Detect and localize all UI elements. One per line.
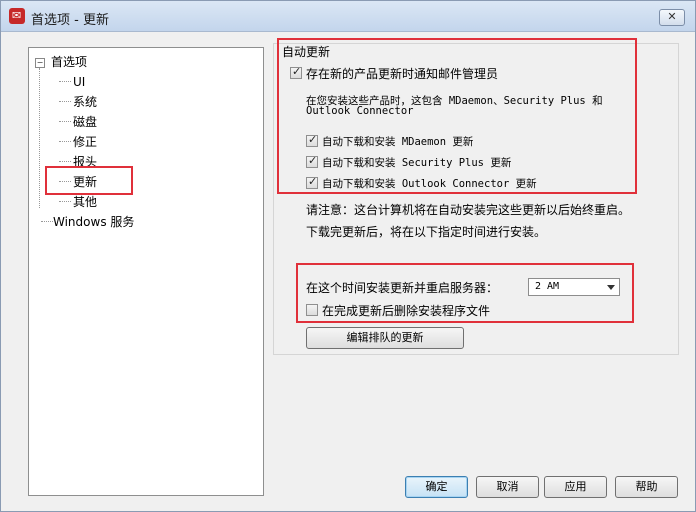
install-note: 下载完更新后，将在以下指定时间进行安装。 [306,225,547,239]
collapse-icon[interactable]: − [35,58,45,68]
tree-connector [59,81,71,82]
notify-label[interactable]: 存在新的产品更新时通知邮件管理员 [306,65,498,82]
cancel-button[interactable]: 取消 [476,476,539,498]
tree-item-fixes[interactable]: 修正 [73,133,97,151]
apply-button[interactable]: 应用 [544,476,607,498]
install-time-value: 2 AM [535,281,560,292]
tree-connector [59,161,71,162]
install-time-label: 在这个时间安装更新并重启服务器： [306,281,499,295]
tree-connector [59,201,71,202]
app-icon: ✉ [9,8,25,24]
outlook-connector-checkbox[interactable] [306,175,318,189]
outlook-connector-label[interactable]: 自动下载和安装 Outlook Connector 更新 [322,176,537,191]
tree-item-other[interactable]: 其他 [73,193,97,211]
security-plus-checkbox[interactable] [306,154,318,168]
tree-item-windows-service[interactable]: Windows 服务 [53,213,134,231]
tree-item-preferences[interactable]: 首选项 [51,53,87,71]
security-plus-label[interactable]: 自动下载和安装 Security Plus 更新 [322,155,511,170]
tree-item-disk[interactable]: 磁盘 [73,113,97,131]
title-bar[interactable]: ✉ 首选项 - 更新 ✕ [1,1,695,32]
restart-note: 请注意：这台计算机将在自动安装完这些更新以后始终重启。 [306,203,631,217]
delete-installer-label[interactable]: 在完成更新后删除安装程序文件 [322,302,490,319]
install-time-select[interactable]: 2 AM [528,278,620,296]
mdaemon-label[interactable]: 自动下载和安装 MDaemon 更新 [322,134,473,149]
ok-button[interactable]: 确定 [405,476,468,498]
tree-connector [59,121,71,122]
settings-tree[interactable]: − 首选项 UI 系统 磁盘 修正 报头 更新 其他 Windows 服务 [28,47,264,496]
delete-installer-checkbox[interactable] [306,304,318,316]
help-button[interactable]: 帮助 [615,476,678,498]
group-title: 自动更新 [282,45,331,59]
close-button[interactable]: ✕ [659,9,685,26]
edit-queued-updates-button[interactable]: 编辑排队的更新 [306,327,464,349]
tree-connector [39,68,40,208]
tree-connector [41,221,53,222]
window-title: 首选项 - 更新 [31,13,109,28]
info-text-line2: Outlook Connector [306,105,414,117]
tree-item-system[interactable]: 系统 [73,93,97,111]
tree-connector [59,101,71,102]
tree-connector [59,141,71,142]
mdaemon-checkbox[interactable] [306,133,318,147]
selection-highlight [45,166,133,195]
tree-item-ui[interactable]: UI [73,73,85,91]
dropdown-arrow-icon [607,285,615,290]
preferences-window: ✉ 首选项 - 更新 ✕ − 首选项 UI 系统 磁盘 修正 报头 更新 其他 … [0,0,696,512]
notify-checkbox[interactable] [290,65,302,79]
